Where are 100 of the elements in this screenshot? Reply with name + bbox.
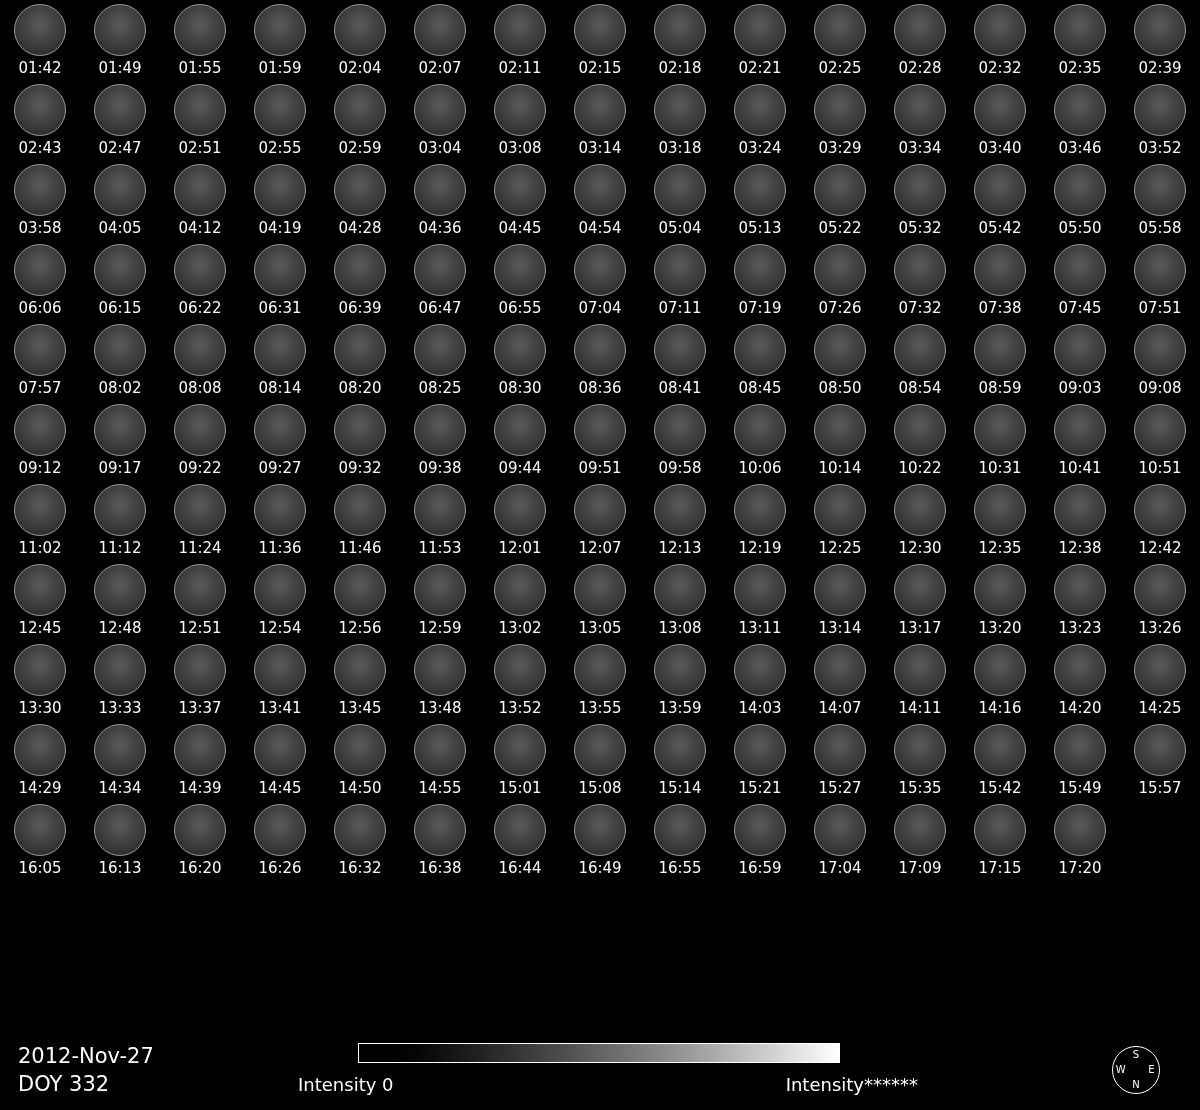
time-label: 09:27	[258, 458, 302, 478]
sky-image-placeholder	[814, 84, 866, 136]
time-label: 03:58	[18, 218, 62, 238]
sky-image-placeholder	[1054, 564, 1106, 616]
time-label: 13:05	[578, 618, 622, 638]
sky-image-placeholder	[254, 484, 306, 536]
sky-image-placeholder	[654, 324, 706, 376]
time-label: 13:30	[18, 698, 62, 718]
time-label: 14:55	[418, 778, 462, 798]
time-label: 06:39	[338, 298, 382, 318]
sky-image-placeholder	[494, 84, 546, 136]
sky-image-placeholder	[974, 804, 1026, 856]
time-label: 08:02	[98, 378, 142, 398]
sky-image-placeholder	[814, 804, 866, 856]
time-label: 11:12	[98, 538, 142, 558]
sky-image-placeholder	[494, 244, 546, 296]
sky-image-placeholder	[1054, 644, 1106, 696]
compass-letter: N	[1132, 1080, 1140, 1091]
time-label: 03:52	[1138, 138, 1182, 158]
time-label: 09:38	[418, 458, 462, 478]
sky-image-placeholder	[414, 404, 466, 456]
time-label: 17:04	[818, 858, 862, 878]
time-label: 02:21	[738, 58, 782, 78]
time-label: 09:32	[338, 458, 382, 478]
time-label: 09:08	[1138, 378, 1182, 398]
time-label: 11:36	[258, 538, 302, 558]
sky-image-placeholder	[174, 564, 226, 616]
time-label: 07:38	[978, 298, 1022, 318]
sky-image-placeholder	[494, 484, 546, 536]
time-label: 12:45	[18, 618, 62, 638]
sky-image-placeholder	[174, 324, 226, 376]
sky-image-placeholder	[1054, 724, 1106, 776]
sky-image-placeholder	[654, 804, 706, 856]
sky-image-placeholder	[814, 564, 866, 616]
day-of-year-label: DOY 332	[18, 1071, 111, 1098]
sky-image-placeholder	[414, 564, 466, 616]
time-label: 10:22	[898, 458, 942, 478]
sky-image-placeholder	[814, 244, 866, 296]
sky-image-placeholder	[414, 84, 466, 136]
time-label: 02:43	[18, 138, 62, 158]
time-label: 01:59	[258, 58, 302, 78]
sky-image-placeholder	[974, 164, 1026, 216]
sky-image-placeholder	[894, 804, 946, 856]
time-label: 12:42	[1138, 538, 1182, 558]
time-label: 04:12	[178, 218, 222, 238]
sky-image-placeholder	[174, 244, 226, 296]
time-label: 06:55	[498, 298, 542, 318]
time-label: 02:51	[178, 138, 222, 158]
time-label: 12:56	[338, 618, 382, 638]
sky-image-placeholder	[174, 164, 226, 216]
time-label: 14:11	[898, 698, 942, 718]
sky-image-placeholder	[814, 644, 866, 696]
sky-image-placeholder	[494, 804, 546, 856]
sky-image-placeholder	[894, 164, 946, 216]
time-label: 12:30	[898, 538, 942, 558]
time-label: 13:08	[658, 618, 702, 638]
sky-image-placeholder	[894, 644, 946, 696]
sky-image-placeholder	[174, 4, 226, 56]
sky-image-placeholder	[574, 84, 626, 136]
sky-image-placeholder	[94, 644, 146, 696]
time-label: 10:14	[818, 458, 862, 478]
sky-image-placeholder	[414, 324, 466, 376]
time-label: 17:15	[978, 858, 1022, 878]
time-label: 10:06	[738, 458, 782, 478]
sky-image-placeholder	[1054, 164, 1106, 216]
time-label: 13:20	[978, 618, 1022, 638]
time-label: 13:14	[818, 618, 862, 638]
sky-image-placeholder	[974, 484, 1026, 536]
time-label: 16:13	[98, 858, 142, 878]
sky-image-placeholder	[494, 164, 546, 216]
sky-image-placeholder	[814, 484, 866, 536]
sky-image-placeholder	[94, 164, 146, 216]
sky-image-placeholder	[1134, 724, 1186, 776]
sky-image-placeholder	[1054, 484, 1106, 536]
time-label: 05:42	[978, 218, 1022, 238]
time-label: 13:48	[418, 698, 462, 718]
time-label: 14:50	[338, 778, 382, 798]
date-label: 2012-Nov-27	[18, 1043, 155, 1070]
sky-image-placeholder	[1134, 244, 1186, 296]
time-label: 08:30	[498, 378, 542, 398]
sky-image-placeholder	[974, 4, 1026, 56]
sky-image-placeholder	[734, 484, 786, 536]
time-label: 01:49	[98, 58, 142, 78]
sky-image-placeholder	[94, 404, 146, 456]
sky-image-placeholder	[14, 324, 66, 376]
sky-image-placeholder	[1134, 324, 1186, 376]
sky-image-placeholder	[1054, 244, 1106, 296]
time-label: 14:29	[18, 778, 62, 798]
sky-image-placeholder	[734, 324, 786, 376]
time-label: 01:42	[18, 58, 62, 78]
sky-image-placeholder	[254, 324, 306, 376]
sky-image-placeholder	[654, 484, 706, 536]
time-label: 14:07	[818, 698, 862, 718]
sky-image-placeholder	[254, 4, 306, 56]
sky-image-placeholder	[14, 564, 66, 616]
time-label: 02:11	[498, 58, 542, 78]
sky-image-placeholder	[734, 84, 786, 136]
sky-image-placeholder	[414, 644, 466, 696]
sky-image-placeholder	[734, 724, 786, 776]
sky-image-placeholder	[494, 324, 546, 376]
